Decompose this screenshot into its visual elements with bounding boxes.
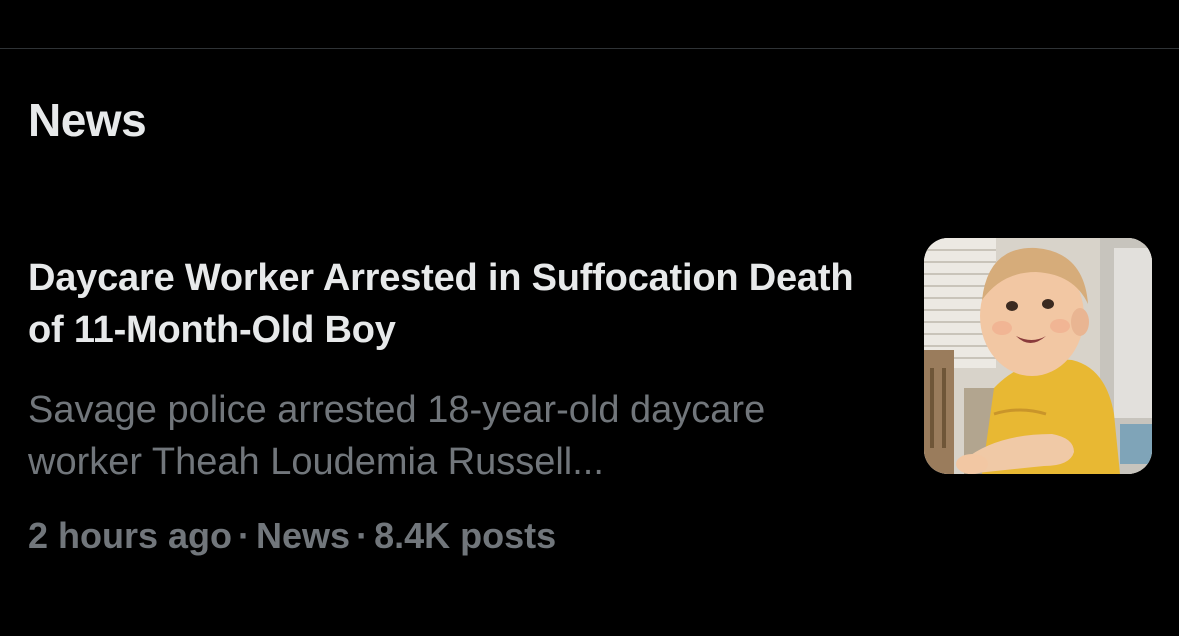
- news-headline[interactable]: Daycare Worker Arrested in Suffocation D…: [28, 252, 898, 356]
- meta-separator: ·: [356, 515, 369, 556]
- news-category: News: [256, 515, 351, 556]
- news-summary: Savage police arrested 18-year-old dayca…: [28, 389, 766, 483]
- news-post-count: 8.4K posts: [374, 515, 557, 556]
- section-title: News: [28, 94, 147, 146]
- top-divider: [0, 48, 1179, 49]
- news-thumbnail-image[interactable]: [924, 238, 1152, 474]
- news-meta: 2 hours ago · News · 8.4K posts: [28, 512, 556, 560]
- news-item[interactable]: Daycare Worker Arrested in Suffocation D…: [0, 230, 1179, 570]
- news-time: 2 hours ago: [28, 515, 233, 556]
- meta-separator: ·: [238, 515, 251, 556]
- news-photo-thumbnail: [924, 238, 1152, 474]
